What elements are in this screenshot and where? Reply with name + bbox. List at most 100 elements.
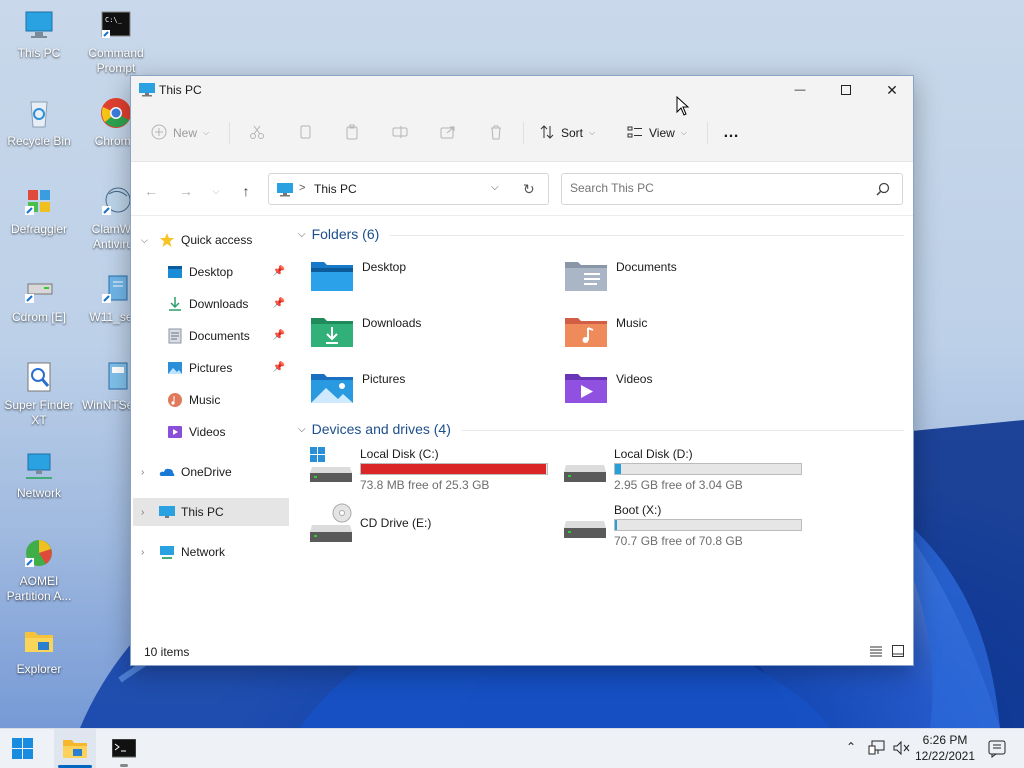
details-view-icon[interactable] [869,645,883,660]
folders-group-header[interactable]: ⌵ Folders (6) [298,226,379,242]
sidebar-item-pictures[interactable]: Pictures 📌 [131,354,287,382]
forward-button[interactable]: → [177,182,195,200]
cut-button[interactable] [249,123,265,143]
search-box[interactable] [561,173,903,205]
copy-button[interactable] [297,123,313,143]
music-folder-icon [564,314,608,351]
desktop-icon-defraggler[interactable]: Defraggler [0,184,78,237]
paste-icon [344,124,360,143]
sidebar-item-desktop[interactable]: Desktop 📌 [131,258,287,286]
share-icon [440,124,456,143]
sidebar-item-onedrive[interactable]: › OneDrive [131,458,287,486]
rename-button[interactable] [392,123,408,143]
chevron-right-icon[interactable]: › [141,467,159,478]
arrow-up-icon: ↑ [242,183,250,199]
drive-label: Boot (X:) [614,503,662,517]
chevron-right-icon[interactable]: › [141,547,159,558]
volume-muted-icon[interactable] [893,740,911,759]
sidebar-item-music[interactable]: Music [131,386,287,414]
clock[interactable]: 6:26 PM 12/22/2021 [910,732,980,764]
chevron-right-icon[interactable]: › [141,507,159,518]
pin-icon[interactable]: 📌 [273,362,285,373]
sidebar-item-this-pc[interactable]: › This PC [133,498,289,526]
documents-folder-icon [564,258,608,295]
chrome-icon [99,96,133,130]
divider [462,430,904,431]
folder-music[interactable]: Music [564,314,647,354]
cloud-icon [159,464,175,480]
breadcrumb-this-pc[interactable]: This PC [314,182,357,196]
pin-icon[interactable]: 📌 [273,266,285,277]
minimize-button[interactable]: — [777,76,823,104]
group-title: Folders (6) [311,226,380,242]
back-button[interactable]: ← [142,182,160,200]
close-button[interactable]: ✕ [869,76,915,104]
network-icon [159,544,175,560]
search-input[interactable] [570,181,860,195]
sidebar-item-label: Downloads [189,297,249,311]
view-button[interactable]: View ⌵ [627,123,687,143]
drive-free-space: 73.8 MB free of 25.3 GB [360,478,490,492]
folder-desktop[interactable]: Desktop [310,258,406,298]
start-button[interactable] [12,738,34,763]
folder-videos[interactable]: Videos [564,370,652,410]
desktop-icon-command-prompt[interactable]: C:\_ Command Prompt [77,8,155,76]
pin-icon[interactable]: 📌 [273,298,285,309]
sort-button[interactable]: Sort ⌵ [539,123,595,143]
up-button[interactable]: ↑ [237,182,255,200]
taskbar-explorer-button[interactable] [54,729,96,768]
network-status-icon[interactable] [868,740,886,759]
sidebar-item-network[interactable]: › Network [131,538,287,566]
chevron-down-icon[interactable]: ⌵ [141,235,159,246]
folder-label: Desktop [362,260,407,274]
sidebar-item-downloads[interactable]: Downloads 📌 [131,290,287,318]
sidebar-item-quick-access[interactable]: ⌵ Quick access [131,226,287,254]
desktop-icon-network[interactable]: Network [0,448,78,501]
desktop-icon-aomei[interactable]: AOMEI Partition A... [0,536,78,604]
view-icon [627,124,643,143]
videos-folder-icon [564,370,608,407]
notifications-icon[interactable] [988,740,1006,761]
separator [523,122,524,144]
folder-pictures[interactable]: Pictures [310,370,405,410]
desktop-icon-this-pc[interactable]: This PC [0,8,78,61]
desktop-icon-cdrom[interactable]: Cdrom [E] [0,272,78,325]
refresh-icon[interactable]: ↻ [523,181,535,198]
paste-button[interactable] [344,123,360,143]
chevron-up-icon[interactable]: ⌃ [846,740,856,754]
address-bar[interactable]: > This PC ⌵ ↻ [268,173,549,205]
pin-icon[interactable]: 📌 [273,330,285,341]
maximize-button[interactable] [823,76,869,104]
recent-locations-button[interactable]: ⌵ [207,182,225,200]
taskbar-command-prompt-button[interactable] [104,729,144,768]
tiles-view-icon[interactable] [891,644,905,661]
desktop-icon-super-finder[interactable]: Super Finder XT [0,360,78,428]
address-history-dropdown[interactable]: ⌵ [491,182,499,193]
drives-group-header[interactable]: ⌵ Devices and drives (4) [298,421,451,437]
share-button[interactable] [440,123,456,143]
trash-icon [488,124,504,143]
search-icon[interactable] [876,182,890,199]
maximize-icon [841,82,851,98]
new-button[interactable]: New ⌵ [151,123,209,143]
drive-c[interactable]: Local Disk (C:) 73.8 MB free of 25.3 GB [310,447,555,497]
sort-label: Sort [561,126,584,140]
desktop-icon-explorer[interactable]: Explorer [0,624,78,677]
drive-x[interactable]: Boot (X:) 70.7 GB free of 70.8 GB [564,503,809,553]
sidebar-item-documents[interactable]: Documents 📌 [131,322,287,350]
title-bar[interactable]: This PC — ✕ [131,76,913,104]
usage-fill [361,464,547,474]
folder-downloads[interactable]: Downloads [310,314,421,354]
delete-button[interactable] [488,123,504,143]
folder-label: Documents [616,260,677,274]
more-options-button[interactable]: … [723,123,740,143]
drive-e[interactable]: CD Drive (E:) [310,503,555,553]
clock-date: 12/22/2021 [914,749,976,763]
drive-label: Local Disk (D:) [614,447,693,461]
sidebar-item-videos[interactable]: Videos [131,418,287,446]
drive-d[interactable]: Local Disk (D:) 2.95 GB free of 3.04 GB [564,447,809,497]
folder-documents[interactable]: Documents [564,258,677,298]
desktop-folder-icon [310,258,354,295]
folder-icon [63,738,87,763]
desktop-icon-recycle-bin[interactable]: Recycle Bin [0,96,78,149]
